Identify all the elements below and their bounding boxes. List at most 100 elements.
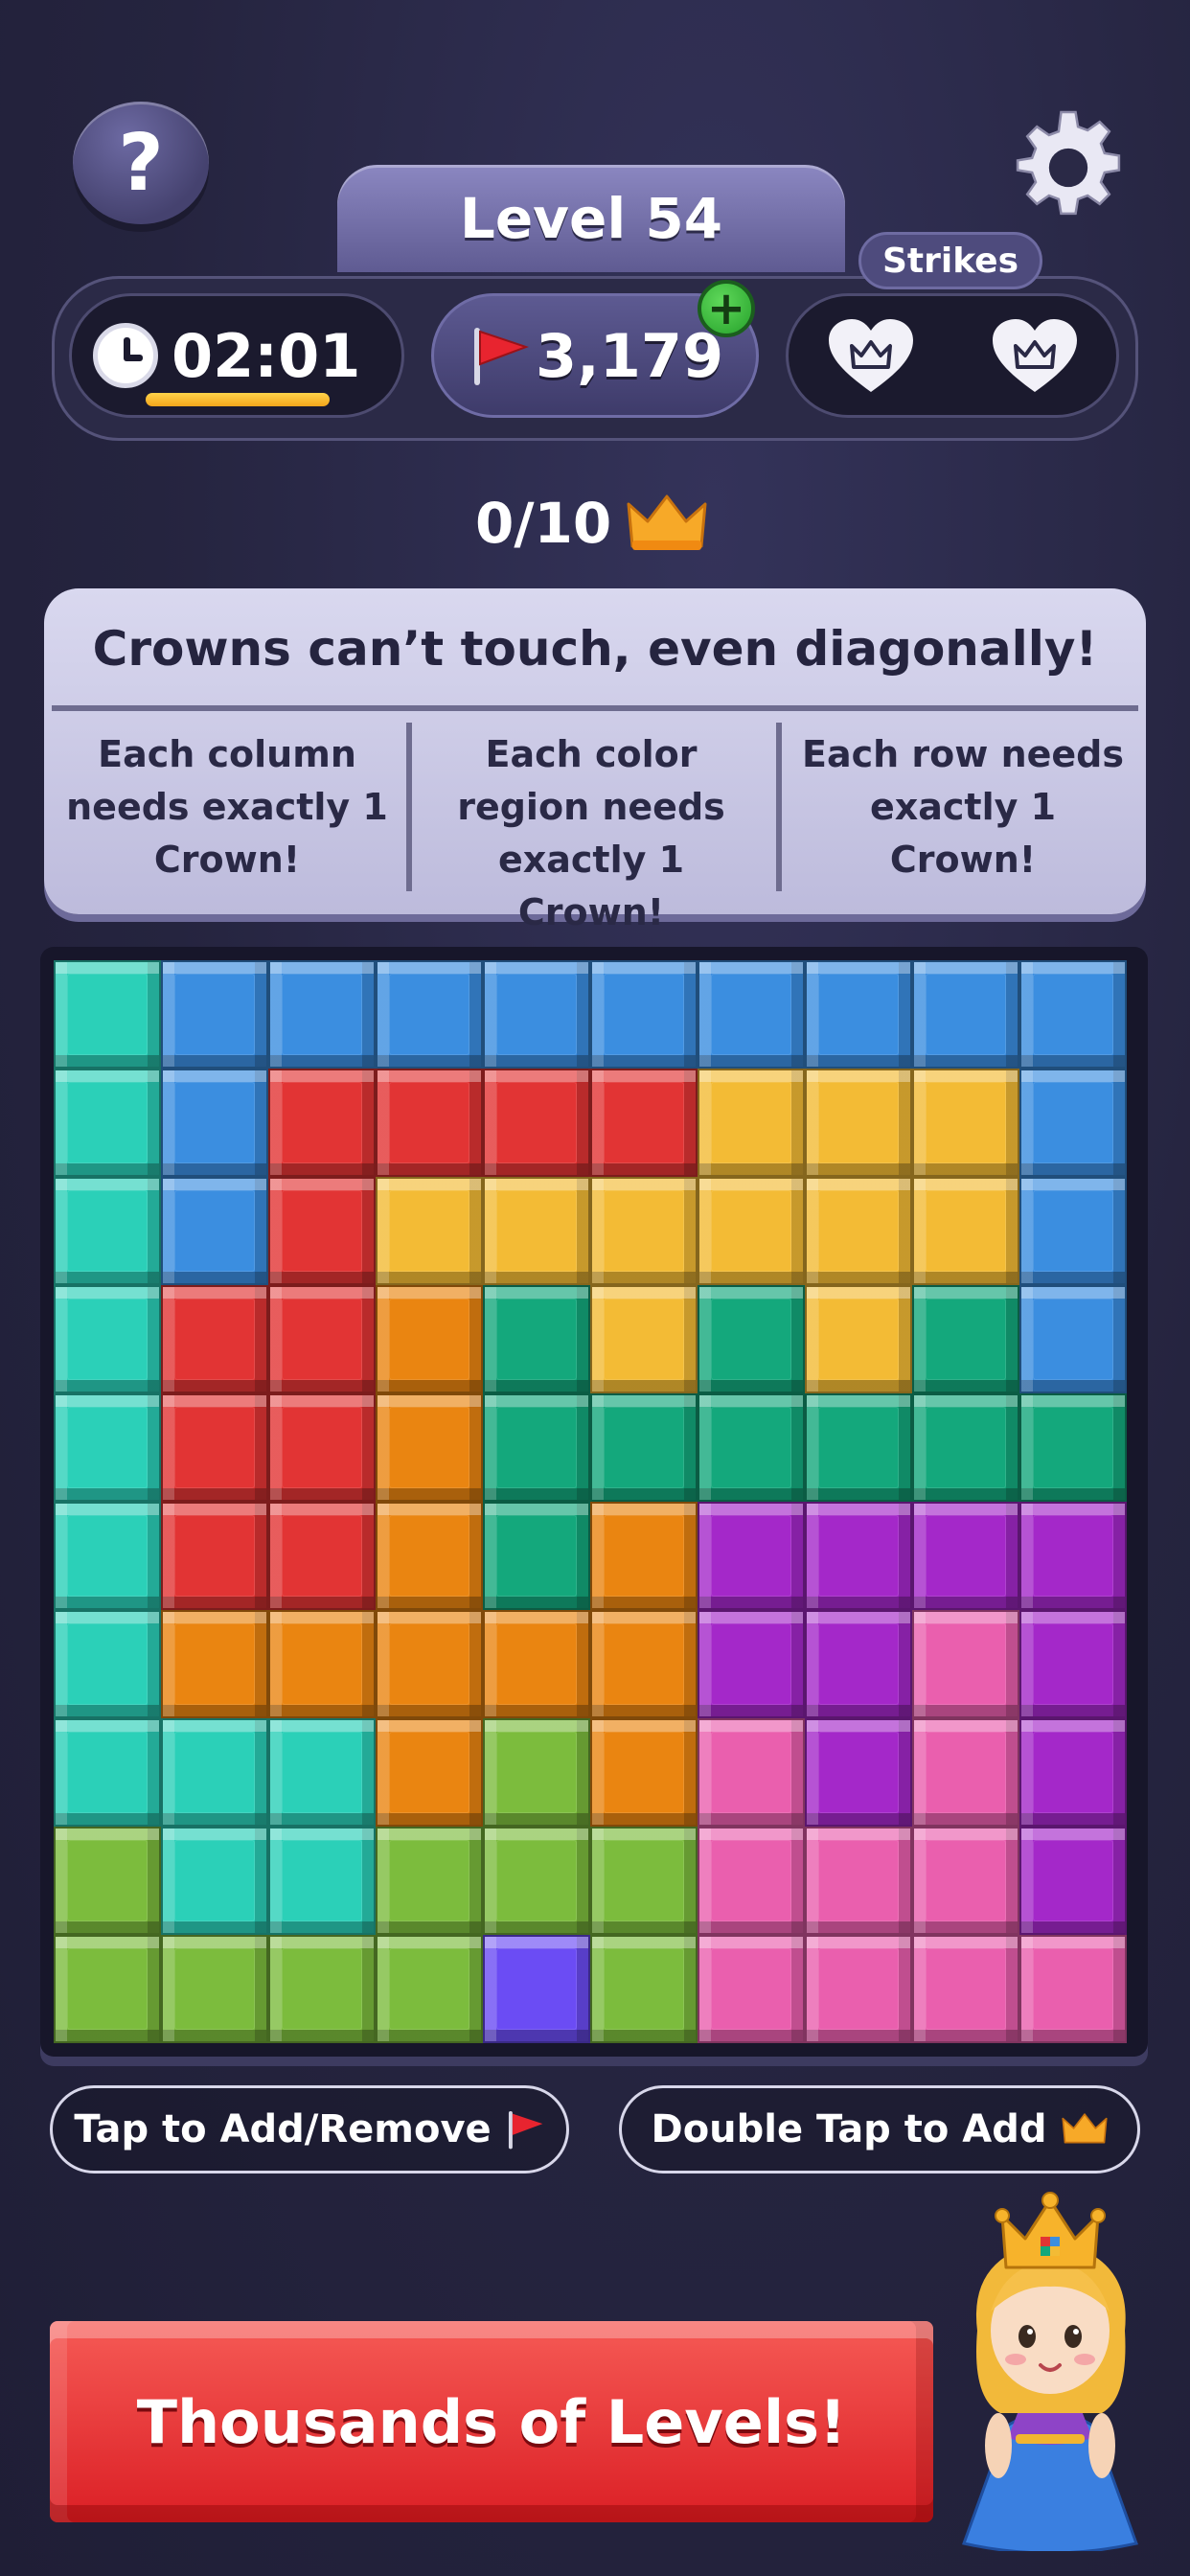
board-cell[interactable] bbox=[161, 1285, 268, 1393]
add-flags-button[interactable]: + bbox=[698, 280, 755, 337]
board-cell[interactable] bbox=[483, 1827, 590, 1935]
board-cell[interactable] bbox=[54, 1177, 161, 1285]
board-cell[interactable] bbox=[483, 1502, 590, 1610]
board-cell[interactable] bbox=[483, 1393, 590, 1502]
board-cell[interactable] bbox=[161, 1718, 268, 1827]
board-cell[interactable] bbox=[698, 1069, 805, 1177]
board-cell[interactable] bbox=[805, 1610, 912, 1718]
thousands-of-levels-banner[interactable]: Thousands of Levels! bbox=[50, 2321, 933, 2522]
board-cell[interactable] bbox=[483, 1177, 590, 1285]
board-cell[interactable] bbox=[54, 960, 161, 1069]
board-cell[interactable] bbox=[590, 1285, 698, 1393]
board-cell[interactable] bbox=[483, 1285, 590, 1393]
board-cell[interactable] bbox=[376, 1935, 483, 2043]
board-cell[interactable] bbox=[698, 960, 805, 1069]
board-cell[interactable] bbox=[376, 1069, 483, 1177]
board-cell[interactable] bbox=[912, 1827, 1019, 1935]
board-cell[interactable] bbox=[376, 1610, 483, 1718]
board-cell[interactable] bbox=[912, 1069, 1019, 1177]
board-cell[interactable] bbox=[161, 1069, 268, 1177]
help-button[interactable]: ? bbox=[73, 102, 209, 224]
board-cell[interactable] bbox=[54, 1285, 161, 1393]
board-cell[interactable] bbox=[483, 960, 590, 1069]
board-cell[interactable] bbox=[805, 1069, 912, 1177]
board-cell[interactable] bbox=[268, 1177, 376, 1285]
board-cell[interactable] bbox=[268, 1502, 376, 1610]
board-cell[interactable] bbox=[912, 960, 1019, 1069]
board-cell[interactable] bbox=[54, 1935, 161, 2043]
board-cell[interactable] bbox=[805, 1285, 912, 1393]
board-cell[interactable] bbox=[483, 1935, 590, 2043]
board-cell[interactable] bbox=[161, 1502, 268, 1610]
board-cell[interactable] bbox=[590, 1827, 698, 1935]
board-cell[interactable] bbox=[268, 1935, 376, 2043]
board-cell[interactable] bbox=[376, 1502, 483, 1610]
board-cell[interactable] bbox=[698, 1502, 805, 1610]
board-cell[interactable] bbox=[483, 1610, 590, 1718]
board-cell[interactable] bbox=[54, 1502, 161, 1610]
board-cell[interactable] bbox=[1019, 1393, 1127, 1502]
board-cell[interactable] bbox=[805, 1827, 912, 1935]
board-cell[interactable] bbox=[805, 1393, 912, 1502]
board-cell[interactable] bbox=[1019, 1502, 1127, 1610]
board-cell[interactable] bbox=[268, 1718, 376, 1827]
board-cell[interactable] bbox=[1019, 1718, 1127, 1827]
board-cell[interactable] bbox=[268, 1610, 376, 1718]
board-cell[interactable] bbox=[698, 1610, 805, 1718]
board-cell[interactable] bbox=[698, 1827, 805, 1935]
board-cell[interactable] bbox=[698, 1935, 805, 2043]
board-cell[interactable] bbox=[912, 1285, 1019, 1393]
board-cell[interactable] bbox=[590, 1502, 698, 1610]
board-cell[interactable] bbox=[54, 1718, 161, 1827]
board-cell[interactable] bbox=[54, 1827, 161, 1935]
board-cell[interactable] bbox=[376, 1827, 483, 1935]
board-cell[interactable] bbox=[698, 1177, 805, 1285]
board-cell[interactable] bbox=[161, 1935, 268, 2043]
board-cell[interactable] bbox=[1019, 1177, 1127, 1285]
board-cell[interactable] bbox=[268, 1285, 376, 1393]
board-cell[interactable] bbox=[161, 1177, 268, 1285]
board-cell[interactable] bbox=[161, 1393, 268, 1502]
board-cell[interactable] bbox=[161, 1610, 268, 1718]
board-cell[interactable] bbox=[805, 1177, 912, 1285]
board-cell[interactable] bbox=[698, 1393, 805, 1502]
board-cell[interactable] bbox=[590, 1718, 698, 1827]
board-cell[interactable] bbox=[54, 1610, 161, 1718]
board-cell[interactable] bbox=[376, 1285, 483, 1393]
board-cell[interactable] bbox=[54, 1393, 161, 1502]
board-cell[interactable] bbox=[698, 1285, 805, 1393]
board-cell[interactable] bbox=[590, 1069, 698, 1177]
board-cell[interactable] bbox=[1019, 1827, 1127, 1935]
board-cell[interactable] bbox=[912, 1610, 1019, 1718]
board-cell[interactable] bbox=[1019, 960, 1127, 1069]
board-cell[interactable] bbox=[590, 1393, 698, 1502]
board-cell[interactable] bbox=[54, 1069, 161, 1177]
board-cell[interactable] bbox=[912, 1935, 1019, 2043]
board-cell[interactable] bbox=[590, 1935, 698, 2043]
board-cell[interactable] bbox=[805, 1935, 912, 2043]
board-cell[interactable] bbox=[1019, 1935, 1127, 2043]
board-cell[interactable] bbox=[912, 1393, 1019, 1502]
board-cell[interactable] bbox=[590, 1610, 698, 1718]
board-cell[interactable] bbox=[805, 960, 912, 1069]
board-cell[interactable] bbox=[912, 1718, 1019, 1827]
board-cell[interactable] bbox=[161, 960, 268, 1069]
board-cell[interactable] bbox=[483, 1069, 590, 1177]
board-cell[interactable] bbox=[590, 960, 698, 1069]
board-cell[interactable] bbox=[912, 1177, 1019, 1285]
board-cell[interactable] bbox=[590, 1177, 698, 1285]
board-cell[interactable] bbox=[161, 1827, 268, 1935]
board-cell[interactable] bbox=[268, 1393, 376, 1502]
board-cell[interactable] bbox=[376, 1718, 483, 1827]
board-cell[interactable] bbox=[912, 1502, 1019, 1610]
board-cell[interactable] bbox=[805, 1502, 912, 1610]
board-cell[interactable] bbox=[1019, 1285, 1127, 1393]
board-cell[interactable] bbox=[698, 1718, 805, 1827]
board-cell[interactable] bbox=[376, 960, 483, 1069]
board-cell[interactable] bbox=[376, 1393, 483, 1502]
board-cell[interactable] bbox=[268, 1069, 376, 1177]
gear-icon[interactable] bbox=[1008, 107, 1129, 228]
board-cell[interactable] bbox=[483, 1718, 590, 1827]
board-cell[interactable] bbox=[805, 1718, 912, 1827]
board-cell[interactable] bbox=[1019, 1069, 1127, 1177]
